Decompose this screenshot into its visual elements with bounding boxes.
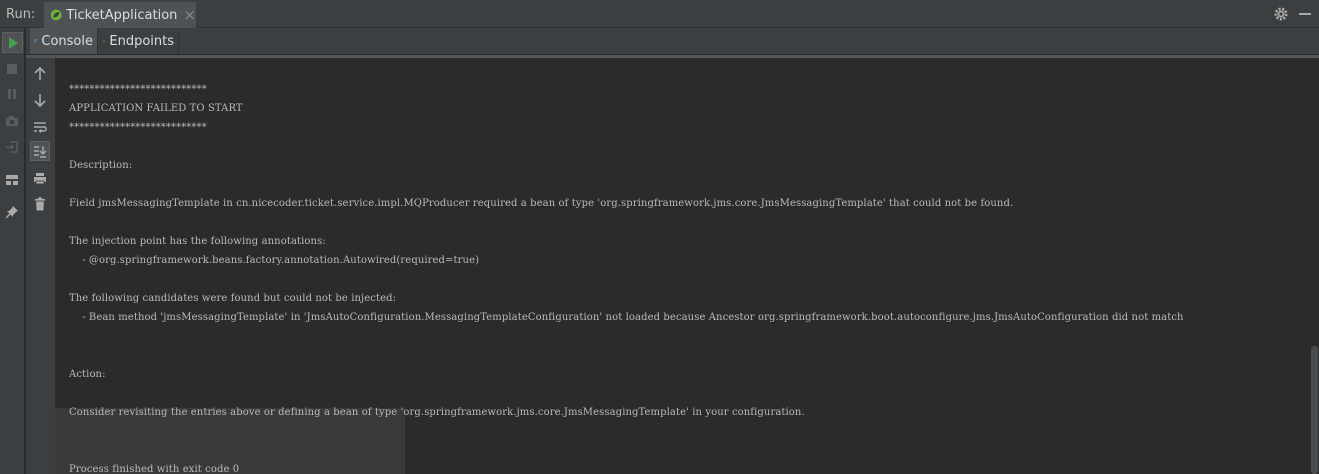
- scroll-to-end-button[interactable]: [30, 141, 50, 161]
- console-line: - @org.springframework.beans.factory.ann…: [69, 255, 480, 266]
- trash-icon: [35, 197, 45, 211]
- spring-leaf-icon: [50, 9, 62, 21]
- layout-icon: [6, 175, 18, 185]
- up-arrow-icon: [34, 67, 46, 80]
- rerun-button[interactable]: [2, 32, 23, 53]
- console-output[interactable]: *************************** APPLICATION …: [55, 58, 1310, 474]
- scrollbar-thumb[interactable]: [1311, 346, 1318, 474]
- exit-button[interactable]: [2, 137, 22, 157]
- console-line: Field jmsMessagingTemplate in cn.nicecod…: [69, 198, 1014, 209]
- up-button[interactable]: [30, 64, 50, 84]
- console-line: Consider revisiting the entries above or…: [69, 407, 805, 418]
- rerun-icon: [8, 36, 18, 49]
- console-icon: [34, 39, 38, 43]
- console-line: Action:: [69, 369, 106, 380]
- camera-icon: [6, 116, 18, 126]
- pin-icon: [5, 206, 18, 219]
- minimize-icon[interactable]: [1299, 13, 1311, 15]
- tab-console[interactable]: Console: [30, 28, 98, 54]
- console-line: APPLICATION FAILED TO START: [69, 103, 243, 114]
- scroll-to-end-icon: [34, 146, 47, 158]
- run-label: Run:: [6, 7, 36, 22]
- stop-icon: [7, 64, 17, 74]
- down-arrow-icon: [34, 94, 46, 107]
- console-tab-bar: Console Endpoints: [26, 28, 1319, 55]
- run-configuration-tab[interactable]: TicketApplication ×: [44, 2, 196, 28]
- soft-wrap-button[interactable]: [30, 117, 50, 137]
- endpoints-icon: [103, 39, 106, 43]
- run-actions-rail: [0, 28, 25, 474]
- console-toolbar: [26, 58, 55, 474]
- tab-endpoints[interactable]: Endpoints: [99, 28, 179, 54]
- close-icon[interactable]: ×: [183, 7, 196, 23]
- console-line: Process finished with exit code 0: [69, 464, 240, 474]
- console-line: - Bean method 'jmsMessagingTemplate' in …: [69, 312, 1184, 323]
- exit-icon: [6, 141, 18, 153]
- dump-threads-button[interactable]: [2, 111, 22, 131]
- stop-button[interactable]: [2, 59, 22, 79]
- console-line: The following candidates were found but …: [69, 293, 397, 304]
- tab-endpoints-label: Endpoints: [109, 33, 174, 49]
- pause-button[interactable]: [2, 84, 22, 104]
- console-line: ***************************: [69, 84, 207, 95]
- print-icon: [34, 172, 46, 184]
- run-tab-title: TicketApplication: [66, 7, 178, 23]
- gear-icon[interactable]: [1273, 6, 1289, 22]
- tab-console-label: Console: [41, 33, 93, 49]
- pause-icon: [8, 89, 16, 99]
- run-toolwindow-header: Run: TicketApplication ×: [0, 0, 1319, 28]
- clear-all-button[interactable]: [30, 194, 50, 214]
- print-button[interactable]: [30, 168, 50, 188]
- pin-tab-button[interactable]: [2, 202, 22, 222]
- console-line: The injection point has the following an…: [69, 236, 326, 247]
- restore-layout-button[interactable]: [2, 170, 22, 190]
- down-button[interactable]: [30, 90, 50, 110]
- console-line: Description:: [69, 160, 133, 171]
- soft-wrap-icon: [34, 122, 47, 133]
- console-line: ***************************: [69, 122, 207, 133]
